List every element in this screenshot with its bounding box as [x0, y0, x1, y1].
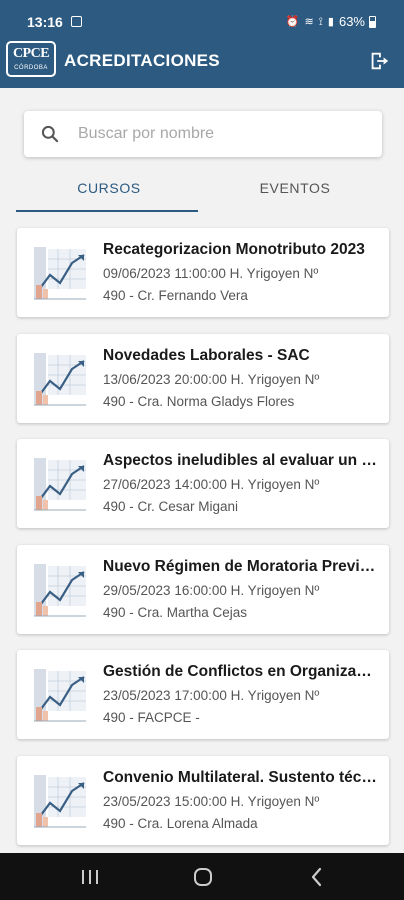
course-date-location: 29/05/2023 16:00:00 H. Yrigoyen Nº: [103, 582, 320, 598]
course-title: Novedades Laborales - SAC: [103, 346, 310, 364]
course-date-location: 09/06/2023 11:00:00 H. Yrigoyen Nº: [103, 266, 319, 281]
course-speaker: 490 - Cr. Fernando Vera: [103, 288, 248, 303]
course-title: Aspectos ineludibles al evaluar un balan…: [103, 452, 379, 469]
back-icon[interactable]: [308, 867, 326, 887]
course-thumbnail: [32, 245, 88, 301]
course-thumbnail: [32, 350, 88, 407]
course-title: Nuevo Régimen de Moratoria Previsional: [103, 557, 379, 575]
course-thumbnail: [32, 456, 88, 512]
course-speaker: 490 - FACPCE -: [103, 710, 200, 725]
course-speaker: 490 - Cra. Lorena Almada: [103, 815, 258, 831]
course-date-location: 27/06/2023 14:00:00 H. Yrigoyen Nº: [103, 477, 320, 492]
course-card[interactable]: Recategorizacion Monotributo 2023 09/06/2…: [17, 228, 389, 317]
tab-cursos[interactable]: CURSOS: [16, 164, 202, 212]
course-date-location: 13/06/2023 20:00:00 H. Yrigoyen Nº: [103, 371, 320, 387]
course-speaker: 490 - Cra. Martha Cejas: [103, 604, 248, 620]
course-thumbnail: [32, 561, 88, 618]
search-input[interactable]: [78, 111, 368, 157]
tab-bar: CURSOS EVENTOS: [16, 164, 388, 212]
tab-eventos[interactable]: EVENTOS: [202, 164, 388, 212]
course-card[interactable]: Novedades Laborales - SAC 13/06/2023 20:0…: [17, 333, 389, 423]
course-title: Recategorizacion Monotributo 2023: [103, 241, 365, 258]
recent-apps-icon[interactable]: [80, 869, 100, 885]
course-thumbnail: [32, 772, 88, 829]
course-date-location: 23/05/2023 17:00:00 H. Yrigoyen Nº: [103, 688, 320, 703]
course-speaker: 490 - Cr. Cesar Migani: [103, 499, 239, 514]
course-date-location: 23/05/2023 15:00:00 H. Yrigoyen Nº: [103, 793, 320, 809]
course-card[interactable]: Aspectos ineludibles al evaluar un balan…: [17, 439, 389, 528]
course-title: Gestión de Conflictos en Organizaciones: [103, 663, 379, 680]
search-icon: [41, 125, 59, 143]
course-card[interactable]: Convenio Multilateral. Sustento técnico 2…: [17, 755, 389, 845]
search-box: [24, 111, 382, 157]
home-icon[interactable]: [193, 867, 213, 887]
tab-indicator: [16, 210, 198, 212]
course-speaker: 490 - Cra. Norma Gladys Flores: [103, 393, 295, 409]
course-thumbnail: [32, 667, 88, 723]
course-card[interactable]: Nuevo Régimen de Moratoria Previsional 29…: [17, 544, 389, 634]
system-nav-bar: [0, 853, 404, 900]
course-title: Convenio Multilateral. Sustento técnico: [103, 768, 379, 786]
course-card[interactable]: Gestión de Conflictos en Organizaciones 2…: [17, 650, 389, 739]
